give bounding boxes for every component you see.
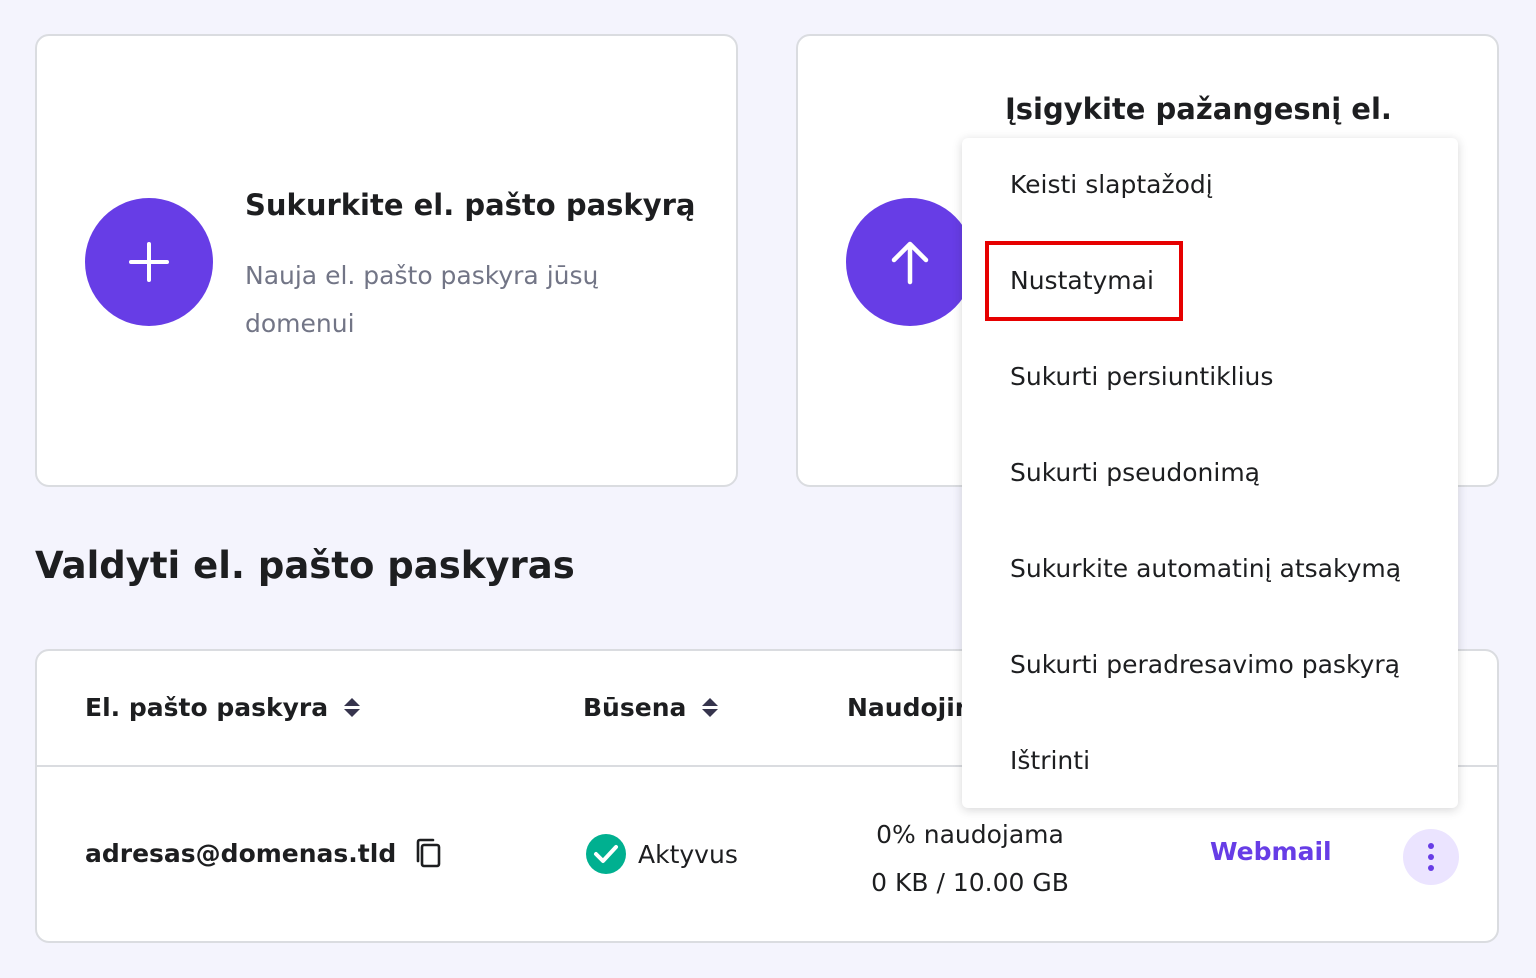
menu-item-create-forwarders[interactable]: Sukurti persiuntiklius	[1010, 357, 1273, 397]
account-actions-dropdown: Keisti slaptažodį Nustatymai Sukurti per…	[962, 138, 1458, 808]
column-header-email-label: El. pašto paskyra	[85, 693, 329, 722]
webmail-link[interactable]: Webmail	[1210, 837, 1332, 866]
menu-item-change-password[interactable]: Keisti slaptažodį	[1010, 165, 1213, 205]
usage-amount: 0 KB / 10.00 GB	[871, 868, 1069, 897]
section-title: Valdyti el. pašto paskyras	[35, 544, 575, 587]
menu-item-create-alias[interactable]: Sukurti pseudonimą	[1010, 453, 1260, 493]
create-card-description: Nauja el. pašto paskyra jūsų domenui	[245, 261, 599, 338]
kebab-menu-icon[interactable]	[1403, 829, 1459, 885]
create-email-button[interactable]	[85, 198, 213, 326]
sort-icon	[702, 698, 719, 717]
create-email-card[interactable]: Sukurkite el. pašto paskyrą Nauja el. pa…	[35, 34, 738, 487]
copy-icon[interactable]	[414, 837, 442, 869]
create-card-title: Sukurkite el. pašto paskyrą	[245, 188, 696, 222]
sort-icon	[344, 698, 361, 717]
column-header-usage-label: Naudojin	[847, 693, 973, 722]
email-address: adresas@domenas.tld	[85, 838, 397, 868]
arrow-up-icon	[891, 241, 929, 285]
plus-icon	[129, 242, 169, 282]
upgrade-button[interactable]	[846, 198, 974, 326]
column-header-email[interactable]: El. pašto paskyra	[85, 693, 361, 722]
check-circle-icon	[586, 834, 626, 874]
status-label: Aktyvus	[638, 839, 738, 869]
menu-item-create-autoresponder[interactable]: Sukurkite automatinį atsakymą	[1010, 549, 1401, 589]
usage-percent: 0% naudojama	[876, 820, 1064, 849]
menu-item-create-redirect-account[interactable]: Sukurti peradresavimo paskyrą	[1010, 645, 1400, 685]
upgrade-card-title: Įsigykite pažangesnį el.	[1005, 92, 1392, 126]
column-header-status[interactable]: Būsena	[583, 693, 719, 722]
usage-info: 0% naudojama 0 KB / 10.00 GB	[855, 811, 1085, 907]
status-badge: Aktyvus	[586, 834, 738, 874]
table-row-email: adresas@domenas.tld	[85, 837, 442, 869]
menu-item-delete[interactable]: Ištrinti	[1010, 741, 1090, 781]
column-header-usage: Naudojin	[847, 693, 973, 722]
column-header-status-label: Būsena	[583, 693, 687, 722]
highlight-box	[985, 241, 1183, 321]
